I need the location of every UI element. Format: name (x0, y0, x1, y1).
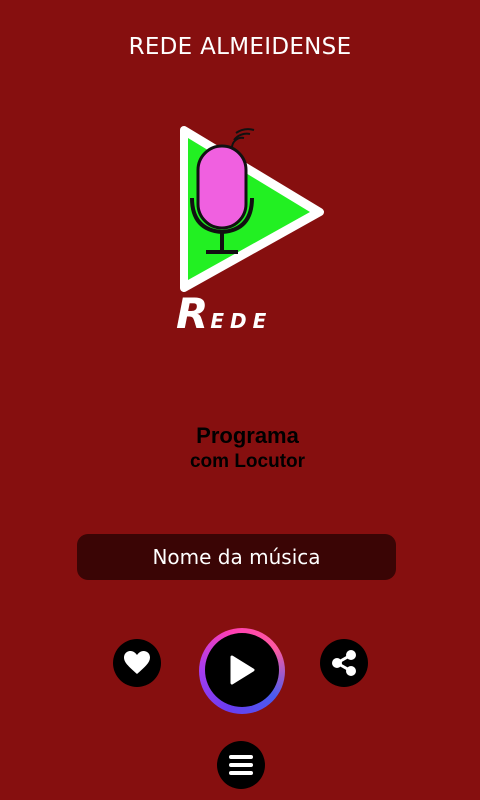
app-title: REDE ALMEIDENSE (128, 34, 352, 60)
share-icon (332, 650, 356, 676)
menu-button[interactable] (217, 741, 265, 789)
program-subtitle: com Locutor (189, 451, 306, 472)
station-logo: R EDE (170, 126, 330, 341)
play-icon (230, 655, 255, 685)
share-button[interactable] (320, 639, 368, 687)
hamburger-menu-icon (229, 755, 253, 775)
play-button[interactable] (199, 628, 285, 714)
like-button[interactable] (113, 639, 161, 687)
program-title: Programa (196, 423, 299, 448)
program-info: Programa com Locutor (0, 422, 480, 474)
song-title-box: Nome da música (77, 534, 396, 580)
play-button-core (205, 633, 279, 707)
logo-letter-r: R EDE (176, 289, 272, 338)
heart-icon (124, 651, 150, 674)
